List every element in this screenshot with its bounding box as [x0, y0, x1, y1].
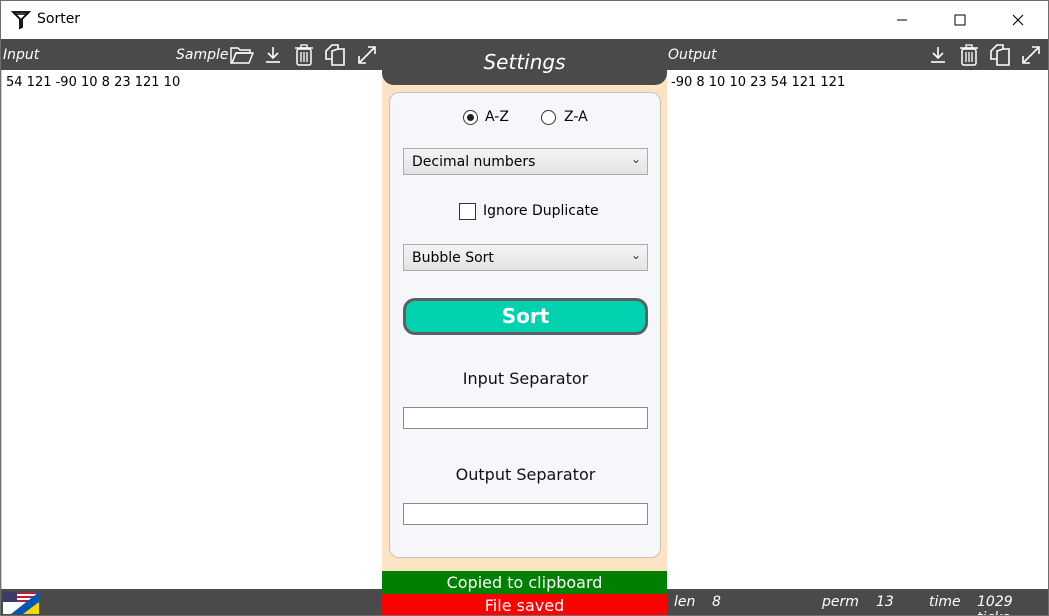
download-icon[interactable]: [925, 42, 951, 68]
expand-icon[interactable]: [354, 42, 380, 68]
output-textarea[interactable]: -90 8 10 10 23 54 121 121: [667, 70, 1048, 590]
ignore-duplicate-label[interactable]: Ignore Duplicate: [483, 203, 599, 219]
algorithm-select[interactable]: Bubble Sort ⌄: [403, 244, 648, 271]
settings-tab: Settings: [382, 39, 667, 85]
title-bar: Sorter: [1, 1, 1048, 39]
chevron-down-icon: ⌄: [630, 248, 641, 262]
perm-label: perm: [822, 594, 859, 610]
sort-button[interactable]: Sort: [403, 298, 648, 335]
input-separator-label: Input Separator: [462, 369, 589, 388]
input-separator-field[interactable]: [403, 407, 648, 429]
settings-title: Settings: [483, 50, 566, 74]
time-label: time: [929, 594, 961, 610]
perm-value: 13: [876, 594, 894, 610]
output-separator-field[interactable]: [403, 503, 648, 525]
us-ua-flag-icon[interactable]: [3, 592, 39, 614]
len-value: 8: [712, 594, 721, 610]
saved-notification: File saved: [382, 594, 667, 615]
data-type-select[interactable]: Decimal numbers ⌄: [403, 148, 648, 175]
maximize-icon: [954, 14, 966, 26]
copy-icon[interactable]: [322, 42, 348, 68]
close-button[interactable]: [989, 1, 1047, 39]
minimize-button[interactable]: [873, 1, 931, 39]
input-header: Input Sample: [1, 39, 382, 70]
status-bar-right: len 8 perm 13 time 1029 ticks: [667, 589, 1048, 615]
trash-icon[interactable]: [291, 42, 317, 68]
sorter-window: Sorter Input Sample Output 54 121 -90 10…: [0, 0, 1049, 616]
ignore-duplicate-row: Ignore Duplicate: [390, 202, 662, 222]
sorter-funnel-icon: [11, 11, 31, 30]
output-header: Output: [667, 39, 1048, 70]
output-label: Output: [668, 47, 717, 63]
ignore-duplicate-checkbox[interactable]: [459, 203, 476, 220]
status-bar-left: [1, 589, 382, 615]
download-icon[interactable]: [260, 42, 286, 68]
radio-a-z[interactable]: [463, 110, 478, 125]
output-separator-label: Output Separator: [455, 465, 596, 484]
input-textarea[interactable]: 54 121 -90 10 8 23 121 10: [1, 70, 382, 590]
sample-button[interactable]: Sample: [176, 47, 229, 63]
copied-notification: Copied to clipboard: [382, 571, 667, 594]
minimize-icon: [897, 19, 907, 21]
time-value: 1029 ticks: [977, 594, 1013, 615]
close-icon: [1012, 14, 1024, 26]
maximize-button[interactable]: [931, 1, 989, 39]
radio-a-z-label[interactable]: A-Z: [485, 109, 509, 125]
open-folder-icon[interactable]: [229, 42, 255, 68]
data-type-select-value: Decimal numbers: [412, 154, 536, 170]
radio-z-a-label[interactable]: Z-A: [564, 109, 588, 125]
len-label: len: [674, 594, 696, 610]
input-label: Input: [3, 47, 40, 63]
chevron-down-icon: ⌄: [630, 152, 641, 166]
sort-order-radio-group: A-Z Z-A: [390, 107, 662, 127]
expand-icon[interactable]: [1018, 42, 1044, 68]
window-title: Sorter: [37, 11, 81, 27]
settings-panel: Settings A-Z Z-A Decimal numbers ⌄ Ignor…: [382, 39, 667, 589]
algorithm-select-value: Bubble Sort: [412, 250, 494, 266]
radio-z-a[interactable]: [541, 110, 556, 125]
settings-card: A-Z Z-A Decimal numbers ⌄ Ignore Duplica…: [389, 92, 661, 558]
trash-icon[interactable]: [956, 42, 982, 68]
copy-icon[interactable]: [987, 42, 1013, 68]
